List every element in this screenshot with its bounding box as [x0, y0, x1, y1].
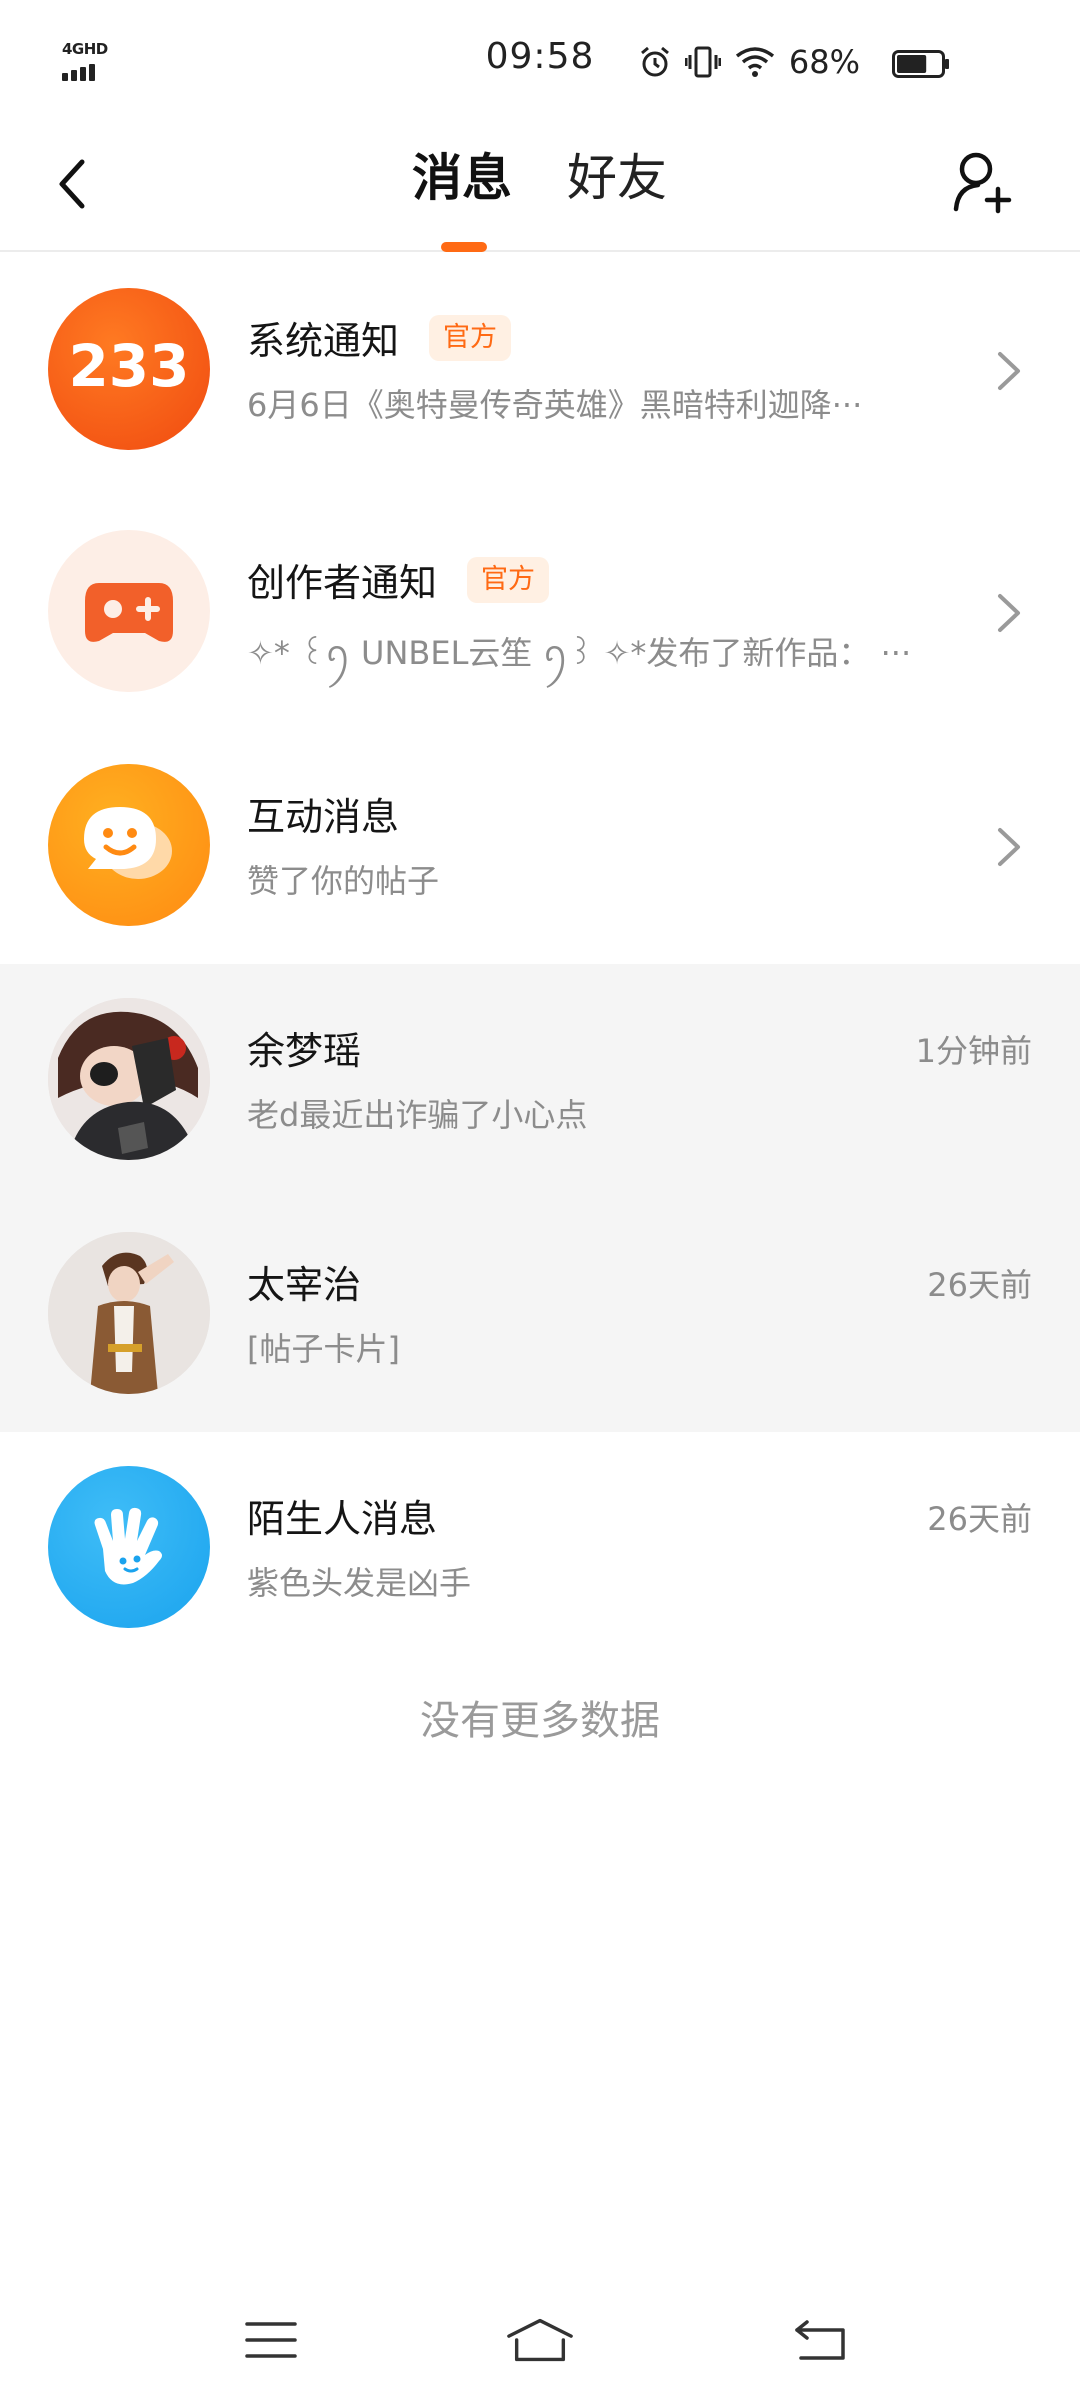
gamepad-icon [85, 583, 173, 642]
conversation-time: 26天前 [927, 1266, 1032, 1304]
back-nav-button[interactable] [786, 2310, 856, 2370]
back-button[interactable] [40, 152, 104, 216]
battery-percent: 68% [788, 43, 860, 81]
chevron-right-icon [998, 352, 1020, 390]
conversation-time: 1分钟前 [915, 1032, 1032, 1070]
add-friend-icon [953, 152, 1012, 214]
list-item-system-notice[interactable]: 233 系统通知 官方 6月6日《奥特曼传奇英雄》黑暗特利迦降··· [0, 252, 1080, 496]
user-avatar-photo [48, 1232, 210, 1394]
wifi-icon [735, 47, 774, 77]
conversation-preview: ✧* ꒰ꪆ UNBEL云笙 ꪆ꒱ ✧*发布了新作品： ··· [247, 634, 912, 672]
conversation-preview: 紫色头发是凶手 [247, 1564, 472, 1602]
conversation-name: 太宰治 [247, 1263, 362, 1307]
status-bar: 4GHD 09:58 68% [0, 0, 1080, 124]
avatar [48, 530, 210, 692]
battery-icon [892, 50, 949, 78]
list-item-chat-dazai[interactable]: 太宰治 26天前 [帖子卡片] [0, 1198, 1080, 1432]
conversation-preview: [帖子卡片] [247, 1330, 400, 1368]
tab-messages[interactable]: 消息 [412, 146, 512, 210]
app-logo-233: 233 [68, 332, 189, 400]
chevron-right-icon [998, 594, 1020, 632]
back-arrow-icon [59, 159, 85, 209]
conversation-time: 26天前 [927, 1500, 1032, 1538]
conversation-name: 系统通知 [247, 319, 400, 363]
conversation-name: 余梦瑶 [247, 1029, 362, 1073]
user-avatar-photo [48, 998, 210, 1160]
conversation-preview: 老d最近出诈骗了小心点 [247, 1096, 588, 1134]
avatar [48, 998, 210, 1160]
avatar [48, 764, 210, 926]
alarm-icon [640, 46, 669, 77]
status-icons: 68% [639, 40, 860, 84]
no-more-data-label: 没有更多数据 [420, 1698, 660, 1744]
back-icon [795, 2320, 845, 2360]
chat-bubble-smile-icon [84, 807, 172, 879]
list-item-interaction[interactable]: 互动消息 赞了你的帖子 [0, 730, 1080, 964]
system-nav-bar [0, 2290, 1080, 2380]
home-icon [507, 2318, 573, 2362]
vibrate-icon [684, 46, 721, 78]
conversation-name: 创作者通知 [247, 561, 438, 605]
official-badge: 官方 [429, 314, 512, 361]
conversation-name: 互动消息 [247, 795, 400, 839]
menu-icon [245, 2322, 297, 2358]
top-header: 消息 好友 [0, 124, 1080, 252]
add-friend-button[interactable] [948, 144, 1018, 220]
avatar [48, 1232, 210, 1394]
home-button[interactable] [505, 2310, 575, 2370]
conversation-preview: 6月6日《奥特曼传奇英雄》黑暗特利迦降··· [247, 386, 863, 424]
list-item-stranger-messages[interactable]: 陌生人消息 26天前 紫色头发是凶手 [0, 1432, 1080, 1666]
active-tab-indicator [441, 242, 487, 252]
tab-friends[interactable]: 好友 [567, 146, 667, 210]
chevron-right-icon [998, 828, 1020, 866]
list-item-chat-yu-mengyao[interactable]: 余梦瑶 1分钟前 老d最近出诈骗了小心点 [0, 964, 1080, 1198]
avatar: 233 [48, 288, 210, 450]
conversation-name: 陌生人消息 [247, 1497, 438, 1541]
conversation-preview: 赞了你的帖子 [247, 862, 440, 900]
list-item-creator-notice[interactable]: 创作者通知 官方 ✧* ꒰ꪆ UNBEL云笙 ꪆ꒱ ✧*发布了新作品： ··· [0, 496, 1080, 730]
waving-hand-icon [94, 1507, 162, 1585]
avatar [48, 1466, 210, 1628]
avatar-text: 233 [68, 332, 189, 400]
conversation-list: 233 系统通知 官方 6月6日《奥特曼传奇英雄》黑暗特利迦降··· 创作者通知… [0, 252, 1080, 1666]
recent-apps-button[interactable] [236, 2310, 306, 2370]
official-badge: 官方 [467, 556, 550, 603]
